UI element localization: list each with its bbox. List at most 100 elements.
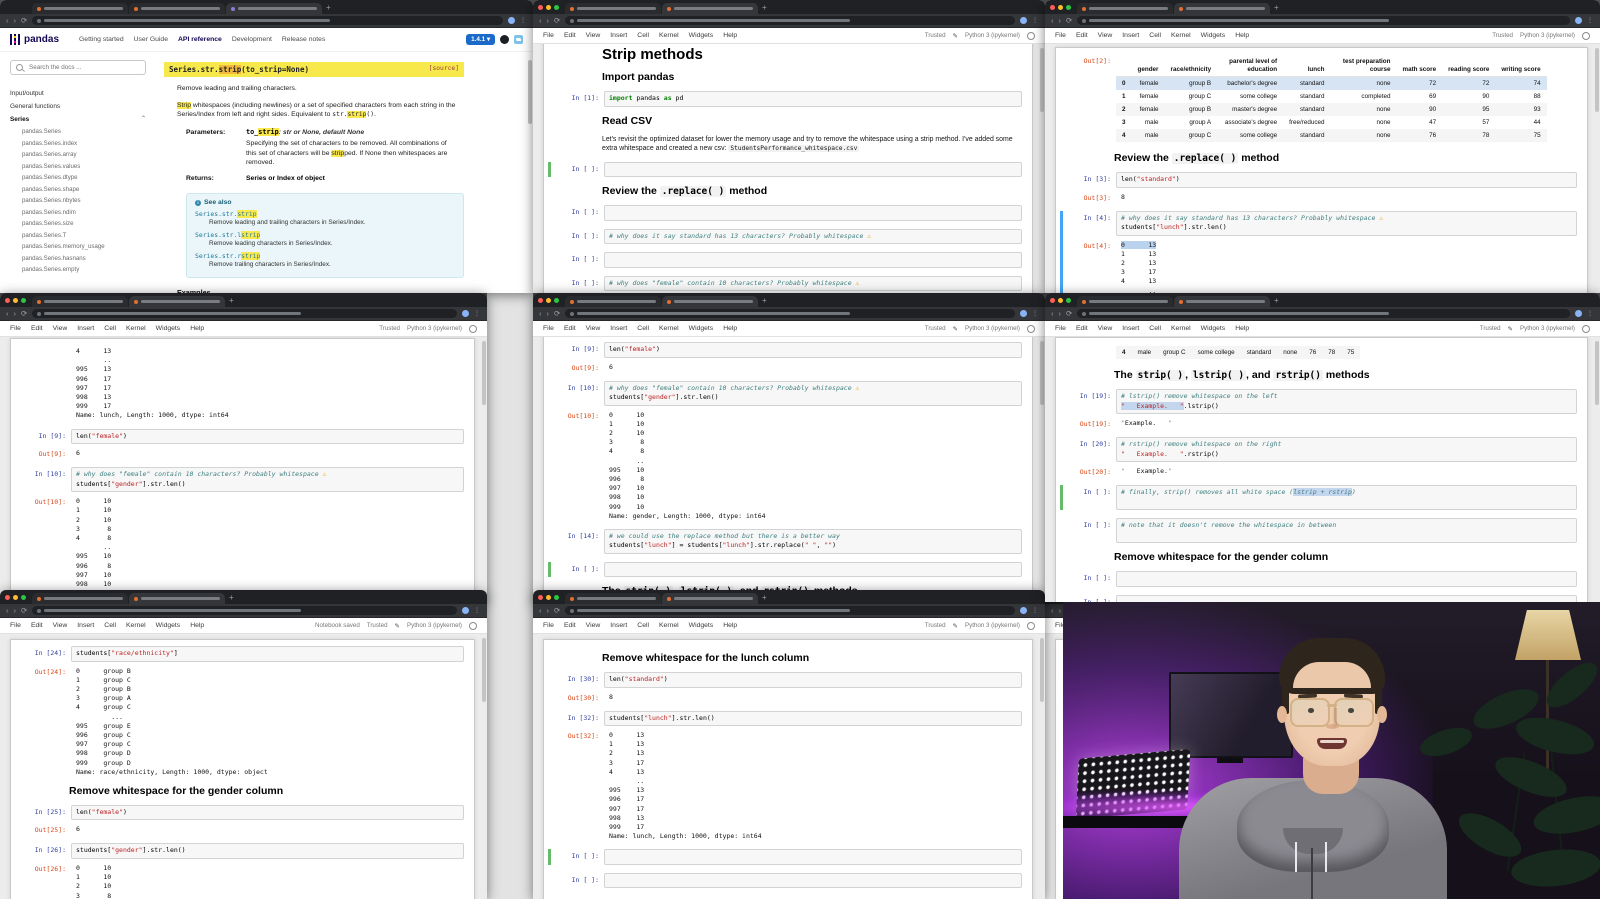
browser-menu-icon[interactable]: ⋮ [474,607,481,614]
notebook-cell[interactable]: In [ ]: # why does "female" contain 10 ch… [548,275,1024,291]
notebook-cell[interactable]: Strip methods [548,46,1024,63]
sidebar-item[interactable]: pandas.Series.nbytes [22,195,146,207]
notebook-cell[interactable]: In [3]: len("standard") Out[3]: 8 [1060,172,1579,203]
browser-tab-active[interactable] [129,296,225,307]
reload-button[interactable]: ⟳ [554,604,560,617]
reload-button[interactable]: ⟳ [21,307,27,320]
notebook-cell[interactable]: In [19]: # lstrip() remove whitespace on … [1060,389,1579,429]
notebook-cell[interactable]: In [10]: # why does "female" contain 10 c… [548,380,1024,521]
browser-tab-active[interactable] [1174,296,1270,307]
notebook-cell[interactable]: In [1]: import pandas as pd [548,91,1024,107]
sidebar-section-series[interactable]: Series ⌃ [10,113,146,126]
browser-tab[interactable] [565,296,661,307]
menu-view[interactable]: View [1098,325,1113,332]
zoom-button[interactable] [21,594,26,600]
notebook-cell[interactable]: In [ ]: # why does it say standard has 13… [548,228,1024,244]
address-bar[interactable] [32,16,503,25]
see-also-link[interactable]: Series.str.strip [195,210,455,218]
menu-cell[interactable]: Cell [104,325,116,332]
reload-button[interactable]: ⟳ [1066,307,1072,320]
menu-edit[interactable]: Edit [31,622,43,629]
nav-getting-started[interactable]: Getting started [79,36,124,43]
scrollbar[interactable] [482,638,486,702]
close-button[interactable] [5,5,10,10]
code-input[interactable]: len("standard") [1116,172,1577,188]
menu-insert[interactable]: Insert [610,325,627,332]
code-input[interactable]: len("female") [71,804,464,821]
scrollbar[interactable] [528,60,532,124]
menu-view[interactable]: View [586,622,601,629]
code-input[interactable]: # note that it doesn't remove the whites… [1116,518,1577,543]
browser-tab-active[interactable] [662,593,758,604]
browser-tab[interactable] [32,593,128,604]
notebook-cell[interactable]: In [24]: students["race/ethnicity"] Out[24… [15,646,466,777]
reload-button[interactable]: ⟳ [1066,14,1072,27]
menu-kernel[interactable]: Kernel [659,32,679,39]
notebook-cell[interactable]: In [ ]: [548,561,1024,578]
back-button[interactable]: ‹ [6,307,9,320]
notebook-cell[interactable]: In [20]: # rstrip() remove whitespace on … [1060,437,1579,477]
notebook-cell[interactable]: Import pandas [548,71,1024,83]
notebook-cell[interactable]: Out[2]: gender race/ethnicity parental leve… [1060,54,1579,144]
minimize-button[interactable] [546,4,551,10]
close-button[interactable] [538,297,543,303]
minimize-button[interactable] [1058,4,1063,10]
zoom-button[interactable] [554,297,559,303]
notebook-cell[interactable]: Read CSV [548,115,1024,127]
docs-search[interactable] [10,60,146,75]
menu-view[interactable]: View [53,622,68,629]
notebook-cell[interactable]: In [32]: students["lunch"].str.len() Out[3… [548,710,1024,842]
scrollbar[interactable] [1040,638,1044,702]
notebook-cell[interactable]: In [ ]: [548,872,1024,889]
notebook-cell[interactable]: In [ ]: [548,252,1024,268]
sidebar-item[interactable]: pandas.Series.values [22,161,146,173]
menu-file[interactable]: File [10,325,21,332]
menu-widgets[interactable]: Widgets [156,622,181,629]
scrollbar[interactable] [1040,341,1044,405]
sidebar-item[interactable]: pandas.Series.size [22,218,146,230]
reload-button[interactable]: ⟳ [554,307,560,320]
notebook-cell[interactable]: In [26]: students["gender"].str.len() Out[… [15,843,466,899]
minimize-button[interactable] [13,5,18,10]
profile-avatar[interactable] [1020,310,1027,317]
sidebar-item[interactable]: pandas.Series.ndim [22,207,146,219]
new-tab-button[interactable]: + [229,295,234,306]
code-input[interactable] [604,849,1022,865]
see-also-link[interactable]: Series.str.rstrip [195,251,455,260]
code-input[interactable]: # why does "female" contain 10 character… [71,467,464,493]
menu-edit[interactable]: Edit [564,622,576,629]
browser-tab[interactable] [129,3,225,14]
back-button[interactable]: ‹ [1051,307,1054,320]
code-input[interactable]: len("female") [71,428,464,445]
minimize-button[interactable] [546,297,551,303]
close-button[interactable] [1050,4,1055,10]
profile-avatar[interactable] [508,17,515,24]
nav-development[interactable]: Development [232,36,272,43]
menu-help[interactable]: Help [723,325,737,332]
notebook-cell[interactable]: 4 13 .. 995 13 996 17 997 17 998 13 999 17 Nam… [15,345,466,421]
menu-view[interactable]: View [1098,32,1113,39]
code-input[interactable] [604,872,1022,889]
profile-avatar[interactable] [462,607,469,614]
forward-button[interactable]: › [1059,307,1062,320]
reload-button[interactable]: ⟳ [21,604,27,617]
code-input[interactable]: # why does it say standard has 13 charac… [1116,210,1577,236]
back-button[interactable]: ‹ [539,307,542,320]
menu-insert[interactable]: Insert [1122,32,1139,39]
new-tab-button[interactable]: + [1274,2,1279,13]
scrollbar[interactable] [1040,48,1044,112]
close-button[interactable] [5,594,10,600]
notebook-cell[interactable]: Let's revisit the optimized dataset for … [548,135,1024,154]
menu-cell[interactable]: Cell [1149,32,1161,39]
forward-button[interactable]: › [1059,14,1062,27]
notebook-cell[interactable]: In [4]: # why does it say standard has 13… [1060,210,1579,293]
see-also-link[interactable]: Series.str.lstrip [195,230,455,239]
notebook-cell[interactable]: Remove whitespace for the gender column [1060,551,1579,563]
forward-button[interactable]: › [547,14,550,27]
new-tab-button[interactable]: + [762,2,767,13]
code-input[interactable]: students["lunch"].str.len() [604,710,1022,726]
code-input[interactable]: # we could use the replace method but th… [604,528,1022,554]
nav-user-guide[interactable]: User Guide [134,36,168,43]
new-tab-button[interactable]: + [762,295,767,306]
minimize-button[interactable] [1058,297,1063,303]
